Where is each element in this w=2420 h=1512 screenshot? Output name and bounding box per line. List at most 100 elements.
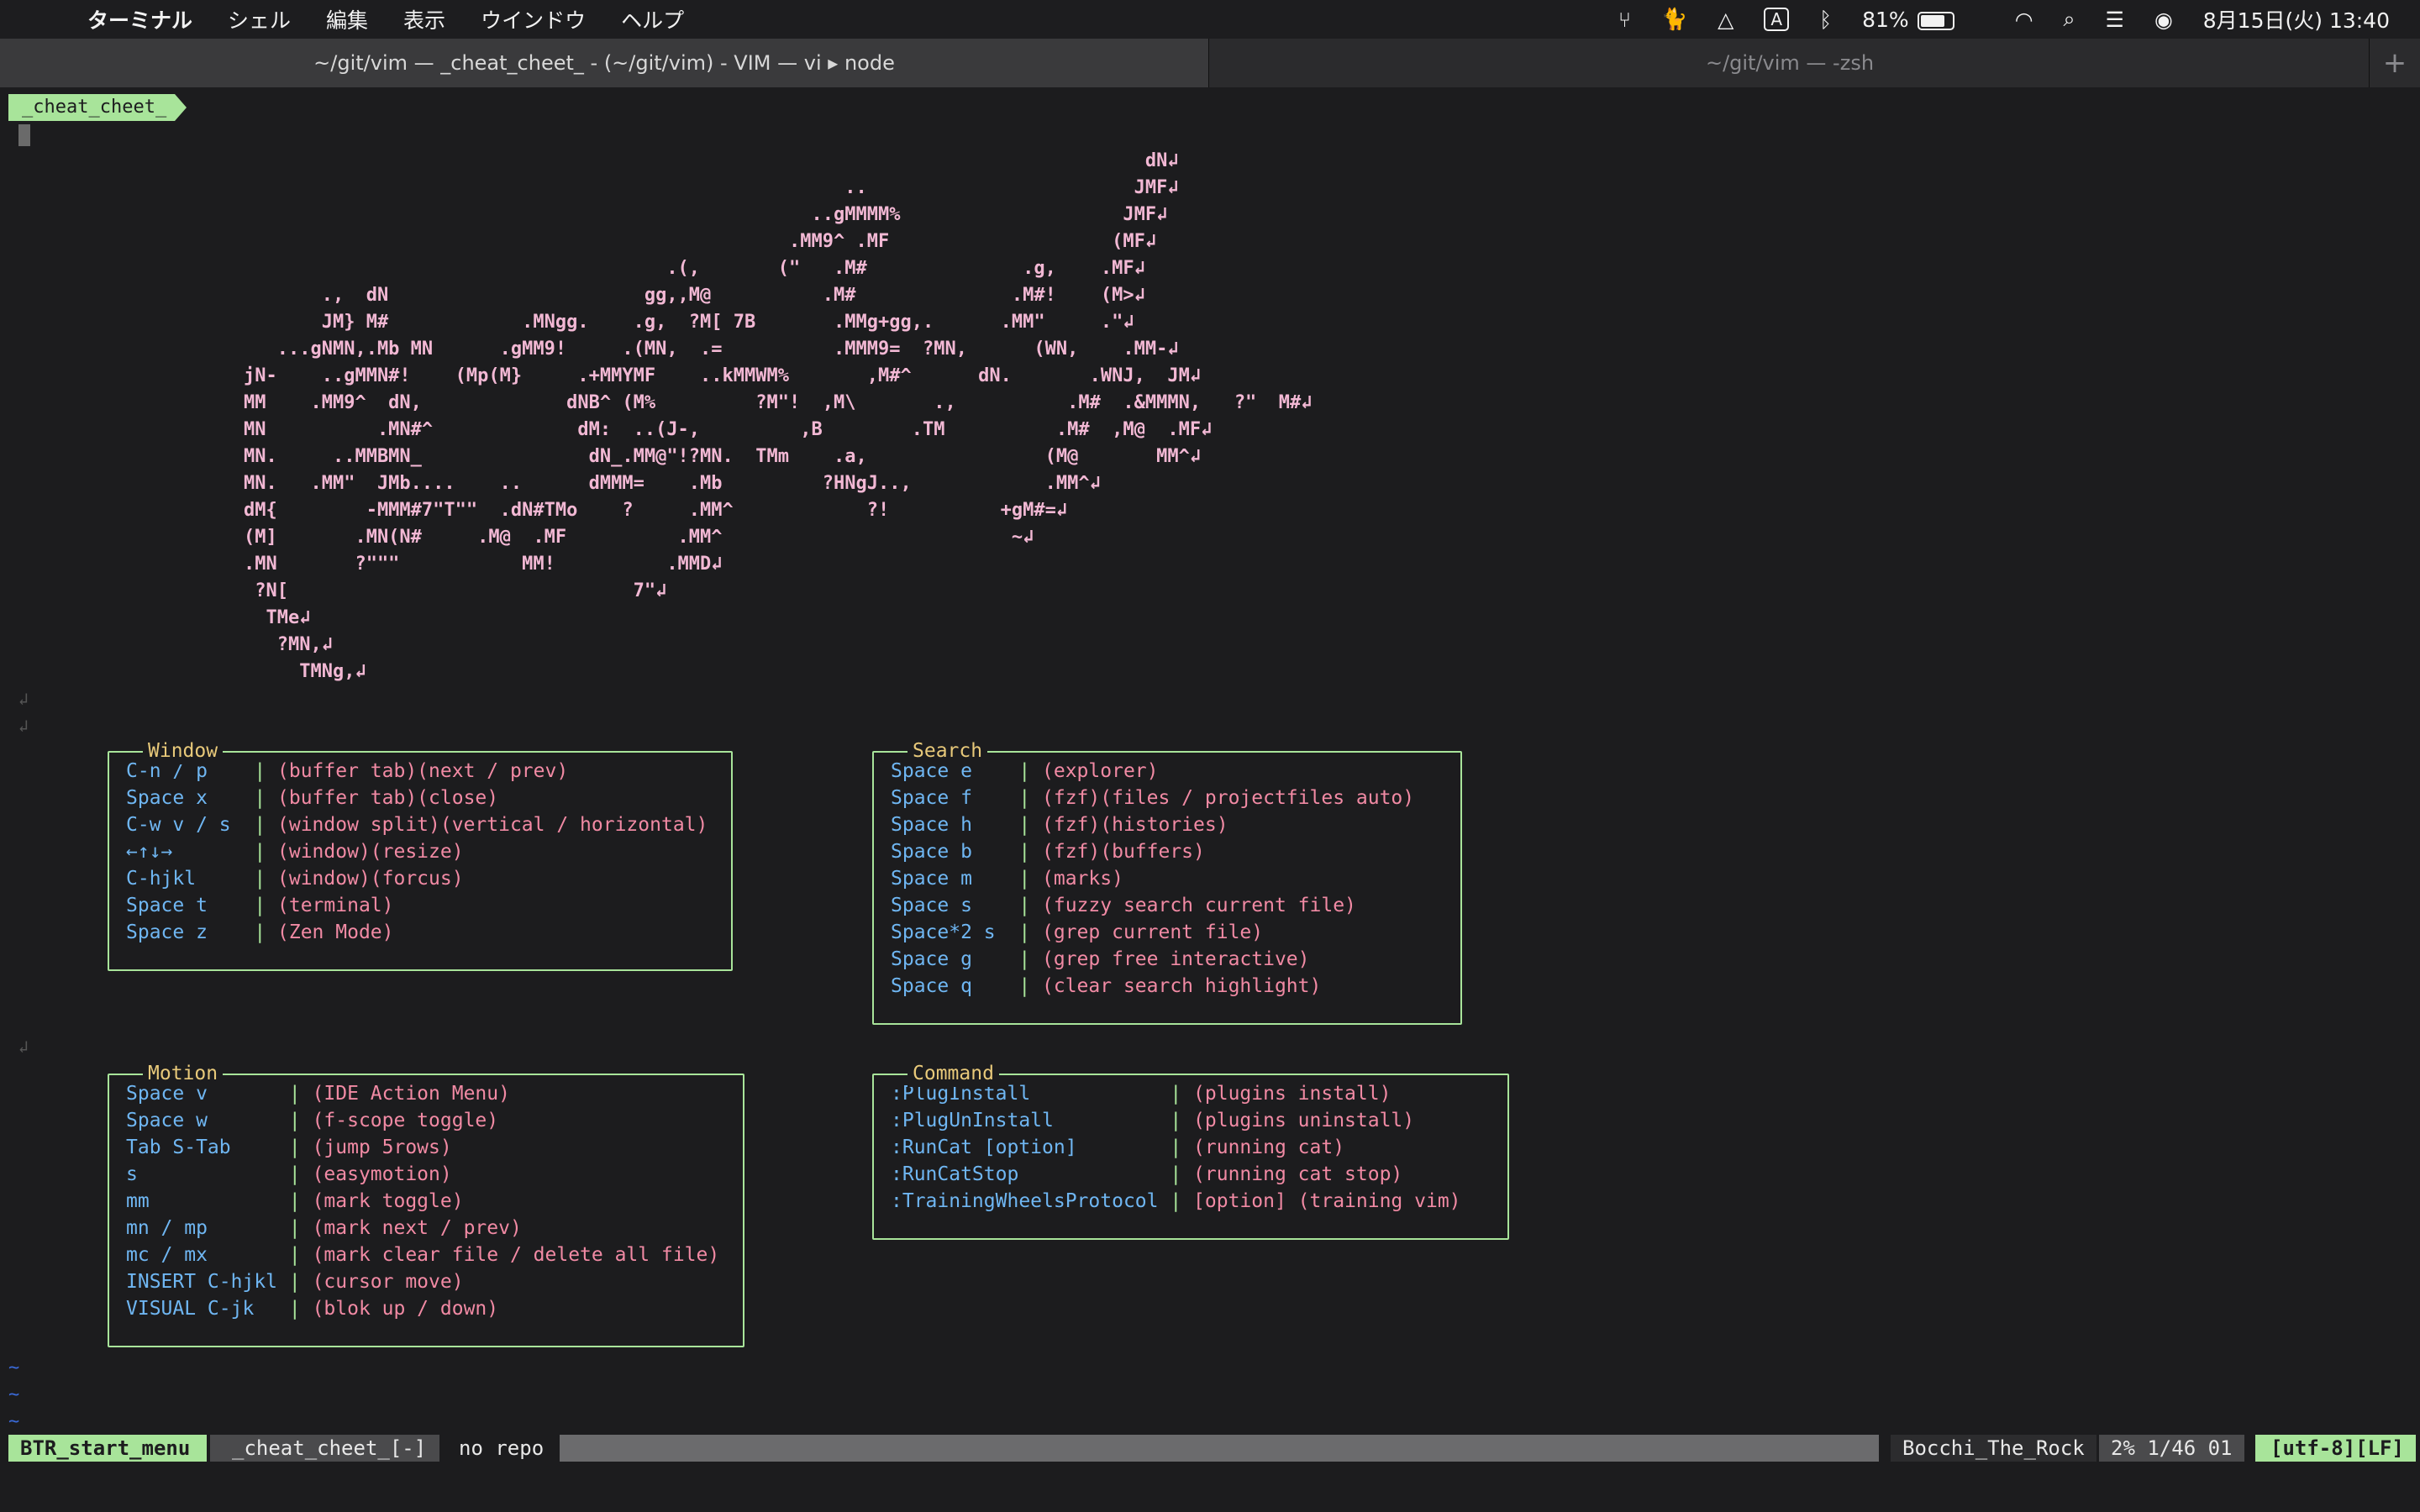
wifi-icon[interactable]: ◠ [2015, 8, 2033, 32]
cheat-description: (running cat stop) [1193, 1163, 1403, 1185]
cheat-key: Space t [126, 895, 208, 916]
cheat-separator: | [1170, 1190, 1194, 1212]
cheat-description: (Zen Mode) [277, 921, 394, 943]
cheat-row: Space t | (terminal) [126, 892, 716, 919]
input-mode-icon[interactable]: A [1764, 8, 1790, 31]
eol-mark: ↲ [18, 689, 29, 709]
siri-icon[interactable]: ◉ [2154, 8, 2173, 32]
cheat-separator: | [288, 1190, 313, 1212]
vim-editor[interactable]: _cheat_cheet_ dN↲ .. JMF↲ ..gMMMM% JMF↲ … [0, 87, 2420, 1448]
cheat-description: (f-scope toggle) [312, 1110, 499, 1131]
cheat-separator: | [1018, 814, 1043, 836]
empty-line-tilde: ~ [8, 1384, 20, 1405]
cheat-key: ←↑↓→ [126, 841, 173, 863]
menu-edit[interactable]: 編集 [326, 4, 368, 34]
cheat-description: (grep current file) [1042, 921, 1264, 943]
bluetooth-icon[interactable]: ᛒ [1819, 8, 1832, 32]
empty-line-tilde: ~ [8, 1411, 20, 1432]
cheat-separator: | [288, 1163, 313, 1185]
cheat-key: Tab S-Tab [126, 1137, 231, 1158]
menu-shell[interactable]: シェル [228, 4, 291, 34]
cheat-row: mn / mp | (mark next / prev) [126, 1215, 728, 1242]
cheat-key: INSERT C-hjkl [126, 1271, 278, 1293]
cheat-separator: | [254, 787, 278, 809]
cheat-description: (running cat) [1193, 1137, 1345, 1158]
cheat-description: (terminal) [277, 895, 394, 916]
search-icon[interactable]: ⌕ [2064, 7, 2075, 32]
runcat-icon[interactable]: 🐈 [1661, 7, 1687, 32]
statusline-file: _cheat_cheet_[-] [210, 1435, 440, 1462]
cheat-key: Space f [891, 787, 972, 809]
control-center-icon[interactable]: ☰ [2106, 8, 2124, 32]
cheat-row: Space q | (clear search highlight) [891, 973, 1445, 1000]
eol-mark: ↲ [18, 1037, 29, 1057]
statusline-repo: no repo [459, 1436, 544, 1460]
menu-window[interactable]: ウインドウ [481, 4, 586, 34]
battery-icon[interactable] [1917, 8, 1985, 32]
cheat-row: ←↑↓→ | (window)(resize) [126, 838, 716, 865]
cheat-separator: | [254, 760, 278, 782]
cheat-separator: | [254, 868, 278, 890]
cheat-separator: | [1018, 921, 1043, 943]
cheat-description: (plugins install) [1193, 1083, 1392, 1105]
cheat-separator: | [288, 1244, 313, 1266]
clock[interactable]: 8月15日(火) 13:40 [2203, 4, 2390, 34]
cheat-description: (fzf)(files / projectfiles auto) [1042, 787, 1415, 809]
cheat-key: mc / mx [126, 1244, 208, 1266]
empty-line-tilde: ~ [8, 1357, 20, 1378]
buffer-tab[interactable]: _cheat_cheet_ [8, 94, 187, 121]
cheat-description: (easymotion) [312, 1163, 452, 1185]
cheat-description: (buffer tab)(close) [277, 787, 499, 809]
cheat-row: Space s | (fuzzy search current file) [891, 892, 1445, 919]
menu-help[interactable]: ヘルプ [621, 4, 684, 34]
cheat-key: Space w [126, 1110, 208, 1131]
box-title: Window [143, 738, 224, 764]
cheat-separator: | [288, 1271, 313, 1293]
window-box: Window C-n / p | (buffer tab)(next / prev… [108, 738, 733, 971]
cheat-description: (fzf)(histories) [1042, 814, 1228, 836]
cheat-separator: | [288, 1217, 313, 1239]
box-title: Motion [143, 1060, 224, 1087]
cheat-separator: | [254, 921, 278, 943]
cheat-description: (explorer) [1042, 760, 1159, 782]
cheat-description: (mark toggle) [312, 1190, 464, 1212]
cheat-separator: | [1018, 841, 1043, 863]
cheat-key: s [126, 1163, 138, 1185]
tab-vim[interactable]: ~/git/vim — _cheat_cheet_ - (~/git/vim) … [0, 39, 1209, 87]
drive-icon[interactable]: △ [1718, 8, 1733, 32]
cheat-row: :TrainingWheelsProtocol | [option] (train… [891, 1188, 1492, 1215]
new-tab-button[interactable]: + [2369, 39, 2420, 87]
cheat-row: :PlugUnInstall | (plugins uninstall) [891, 1107, 1492, 1134]
cheat-description: (grep free interactive) [1042, 948, 1310, 970]
fork-icon[interactable]: ⑂ [1618, 8, 1631, 32]
menubar: ターミナル シェル 編集 表示 ウインドウ ヘルプ ⑂ 🐈 △ A ᛒ 81% … [0, 0, 2420, 39]
cheat-separator: | [1170, 1137, 1194, 1158]
cheat-description: [option] (training vim) [1193, 1190, 1461, 1212]
cheat-description: (mark next / prev) [312, 1217, 522, 1239]
cheat-row: C-hjkl | (window)(forcus) [126, 865, 716, 892]
box-title: Command [908, 1060, 999, 1087]
cheat-key: VISUAL C-jk [126, 1298, 255, 1320]
cheat-row: Space m | (marks) [891, 865, 1445, 892]
cheat-key: :RunCat [option] [891, 1137, 1077, 1158]
cheat-row: :RunCatStop | (running cat stop) [891, 1161, 1492, 1188]
tab-zsh[interactable]: ~/git/vim — -zsh [1210, 39, 2370, 87]
cheat-separator: | [288, 1083, 313, 1105]
command-box: Command :PlugInstall | (plugins install):… [872, 1060, 1509, 1240]
cheat-description: (fzf)(buffers) [1042, 841, 1205, 863]
cheat-key: :RunCatStop [891, 1163, 1019, 1185]
cheat-separator: | [254, 895, 278, 916]
cheat-row: mc / mx | (mark clear file / delete all f… [126, 1242, 728, 1268]
cheat-key: Space b [891, 841, 972, 863]
menu-app-terminal[interactable]: ターミナル [87, 4, 192, 34]
cheat-separator: | [254, 841, 278, 863]
cheat-key: Space m [891, 868, 972, 890]
text-cursor [18, 124, 30, 146]
cheat-separator: | [1170, 1163, 1194, 1185]
menu-view[interactable]: 表示 [403, 4, 445, 34]
cheat-separator: | [288, 1110, 313, 1131]
cheat-description: (window)(forcus) [277, 868, 464, 890]
cheat-key: Space s [891, 895, 972, 916]
cheat-description: (buffer tab)(next / prev) [277, 760, 569, 782]
cheat-key: C-w v / s [126, 814, 231, 836]
